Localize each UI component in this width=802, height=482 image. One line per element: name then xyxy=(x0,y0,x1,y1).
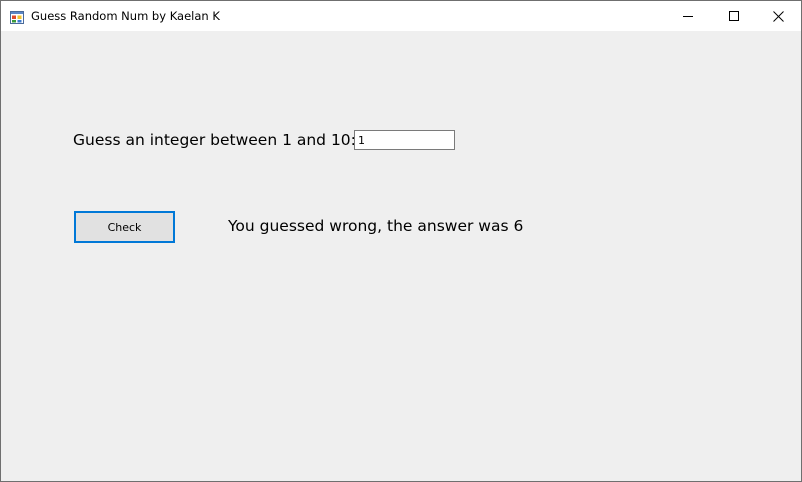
close-button[interactable] xyxy=(755,1,801,31)
minimize-button[interactable] xyxy=(665,1,711,31)
window-title: Guess Random Num by Kaelan K xyxy=(31,9,220,23)
minimize-icon xyxy=(683,16,693,17)
title-bar[interactable]: Guess Random Num by Kaelan K xyxy=(1,1,801,31)
maximize-icon xyxy=(729,11,739,21)
maximize-button[interactable] xyxy=(711,1,757,31)
app-icon[interactable] xyxy=(10,9,24,24)
check-button[interactable]: Check xyxy=(74,211,175,243)
app-window: Guess Random Num by Kaelan K Guess an in… xyxy=(0,0,802,482)
close-icon xyxy=(772,10,784,22)
result-label: You guessed wrong, the answer was 6 xyxy=(228,217,524,235)
guess-input[interactable] xyxy=(354,130,455,150)
form-client-area: Guess an integer between 1 and 10: Check… xyxy=(1,31,801,481)
guess-prompt-label: Guess an integer between 1 and 10: xyxy=(73,131,356,149)
